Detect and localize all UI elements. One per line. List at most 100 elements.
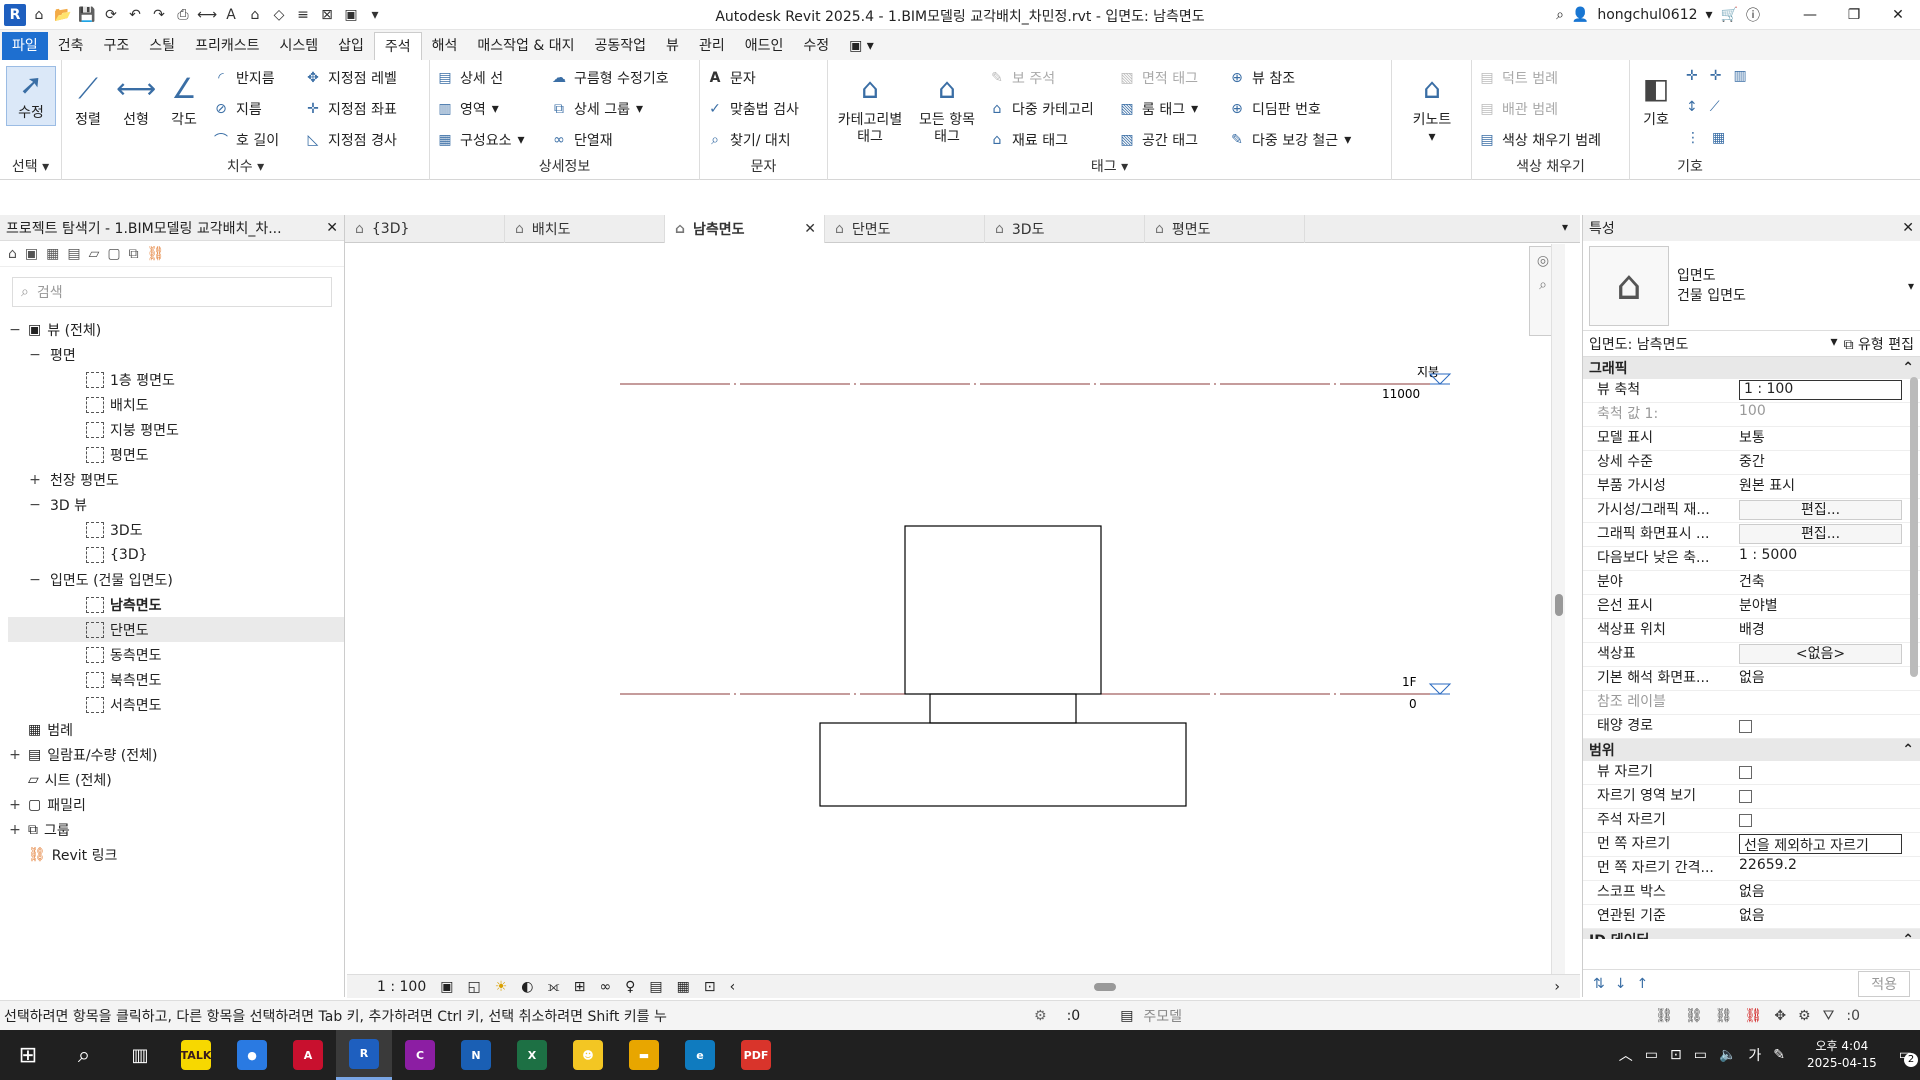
browser-tree-item[interactable]: 평면도 [8, 442, 344, 467]
ribbon-tab[interactable]: 공동작업 [585, 32, 657, 60]
linear-dimension-button[interactable]: ⟷ 선형 [114, 68, 158, 129]
tag-by-category-button[interactable]: ⌂ 카테고리별 태그 [832, 68, 908, 146]
beam-annotation-button[interactable]: ✎ 보 주석 [988, 68, 1055, 88]
property-value[interactable] [1733, 761, 1920, 784]
property-value[interactable] [1733, 785, 1920, 808]
ime-indicator[interactable]: 가 [1748, 1045, 1761, 1065]
section-icon[interactable]: ◇ [268, 4, 290, 26]
color-fill-legend-button[interactable]: ▤ 색상 채우기 범례 [1478, 130, 1601, 150]
view-reference-button[interactable]: ⊕ 뷰 참조 [1228, 68, 1295, 88]
keynote-button[interactable]: ⌂ 키노트 ▾ [1404, 68, 1460, 146]
angular-dimension-button[interactable]: ∠ 각도 [162, 68, 206, 129]
property-value[interactable]: 분야별 [1733, 595, 1920, 618]
search-button[interactable]: ⌕ [56, 1030, 112, 1080]
expand-toggle-icon[interactable]: + [8, 797, 22, 813]
browser-tree-item[interactable]: 서측면도 [8, 692, 344, 717]
open-icon[interactable]: 📂 [52, 4, 74, 26]
ribbon-tab[interactable]: 파일 [2, 32, 48, 60]
expand-toggle-icon[interactable]: − [28, 572, 42, 588]
notification-icon[interactable]: ▭2 [1899, 1047, 1918, 1067]
contextual-dropdown-icon[interactable]: ▣ ▾ [839, 32, 884, 60]
background-process-icon[interactable]: ⚙ [1798, 1008, 1811, 1024]
redo-icon[interactable]: ↷ [148, 4, 170, 26]
home-icon[interactable]: ⌂ [28, 4, 50, 26]
browser-tree-item[interactable]: 3D도 [8, 517, 344, 542]
3d-view-icon[interactable]: ⌂ [244, 4, 266, 26]
design-option[interactable]: 주모델 [1143, 1006, 1182, 1026]
temporary-properties-icon[interactable]: ▤ [649, 979, 662, 995]
browser-tree-item[interactable]: ⛓ Revit 링크 [8, 842, 344, 867]
region-button[interactable]: ▥ 영역 ▾ [436, 99, 498, 119]
restore-button[interactable]: ❐ [1832, 0, 1876, 30]
steering-wheel-icon[interactable]: ◎ [1537, 253, 1549, 269]
kakaotalk-taskbar-button[interactable]: TALK [168, 1030, 224, 1080]
property-value[interactable]: 없음 [1733, 667, 1920, 690]
horizontal-scroll-thumb[interactable] [1094, 982, 1117, 991]
diameter-button[interactable]: ⊘ 지름 [212, 99, 262, 119]
ribbon-tab[interactable]: 뷰 [656, 32, 689, 60]
property-value[interactable]: 편집... [1733, 523, 1920, 546]
checkbox[interactable] [1739, 790, 1752, 803]
username[interactable]: hongchul0612 [1597, 7, 1697, 23]
browser-tree-item[interactable]: − ▣ 뷰 (전체) [8, 317, 344, 342]
network-icon[interactable]: ⊡ [1670, 1047, 1682, 1063]
property-value[interactable]: 없음 [1733, 881, 1920, 904]
civil3d-taskbar-button[interactable]: C [392, 1030, 448, 1080]
browser-legend-icon[interactable]: ▦ [46, 246, 59, 262]
property-section-header[interactable]: 그래픽 ⌃ [1583, 357, 1920, 379]
symbol-tools-row1[interactable]: ✛ ✛ ▥ [1686, 68, 1747, 84]
ribbon-tab[interactable]: 구조 [94, 32, 140, 60]
checkbox[interactable] [1739, 814, 1752, 827]
browser-tree-item[interactable]: 동측면도 [8, 642, 344, 667]
expand-toggle-icon[interactable]: + [8, 822, 22, 838]
switch-windows-icon[interactable]: ▣ [340, 4, 362, 26]
workset-icon[interactable]: ⚙ [1034, 1008, 1047, 1024]
vertical-scroll-thumb[interactable] [1555, 594, 1563, 616]
multi-rebar-button[interactable]: ✎ 다중 보강 철근 ▾ [1228, 130, 1351, 150]
filter-icon[interactable]: ⛛ [1823, 1008, 1835, 1024]
property-value[interactable]: 1 : 100 [1733, 379, 1920, 402]
revit-logo-icon[interactable]: R [4, 4, 26, 26]
battery-icon[interactable]: ▭ [1645, 1047, 1658, 1063]
qat-dropdown-icon[interactable]: ▾ [364, 4, 386, 26]
tread-number-button[interactable]: ⊕ 디딤판 번호 [1228, 99, 1321, 119]
checkbox[interactable] [1739, 720, 1752, 733]
view-tab[interactable]: ⌂ {3D} [345, 215, 505, 243]
tag-all-button[interactable]: ⌂ 모든 항목 태그 [912, 68, 982, 146]
expand-toggle-icon[interactable]: + [28, 472, 42, 488]
property-value[interactable]: 1 : 5000 [1733, 547, 1920, 570]
view-tab[interactable]: ⌂ 남측면도 ✕ [665, 215, 825, 243]
spot-slope-button[interactable]: ◺ 지정점 경사 [304, 130, 397, 150]
measure-icon[interactable]: ⟷ [196, 4, 218, 26]
analytical-model-icon[interactable]: ▦ [677, 979, 690, 995]
view-tab[interactable]: ⌂ 평면도 [1145, 215, 1305, 243]
browser-tree-item[interactable]: ▦ 범례 [8, 717, 344, 742]
chevron-down-icon[interactable]: ▾ [1831, 334, 1838, 354]
chevron-down-icon[interactable]: ▾ [1706, 7, 1713, 23]
area-tag-button[interactable]: ▧ 면적 태그 [1118, 68, 1198, 88]
edit-type-button[interactable]: ⧉ 유형 편집 [1844, 334, 1914, 354]
browser-search-field[interactable]: ⌕ 검색 [12, 277, 332, 307]
browser-tree-item[interactable]: 배치도 [8, 392, 344, 417]
browser-tree-item[interactable]: − 입면도 (건물 입면도) [8, 567, 344, 592]
undo-icon[interactable]: ↶ [124, 4, 146, 26]
excel-taskbar-button[interactable]: X [504, 1030, 560, 1080]
dimension-panel-title[interactable]: 치수 ▾ [62, 156, 429, 176]
browser-tree-item[interactable]: −3D 뷰 [8, 492, 344, 517]
property-value[interactable]: 배경 [1733, 619, 1920, 642]
expand-toggle-icon[interactable]: + [8, 747, 22, 763]
thin-lines-icon[interactable]: ≡ [292, 4, 314, 26]
browser-home-icon[interactable]: ⌂ [8, 246, 17, 262]
property-value[interactable]: 중간 [1733, 451, 1920, 474]
sort-desc-icon[interactable]: ↑ [1636, 976, 1648, 992]
revit-taskbar-button[interactable]: R [336, 1030, 392, 1080]
scroll-left-icon[interactable]: ‹ [730, 979, 736, 995]
tag-panel-title[interactable]: 태그 ▾ [828, 156, 1391, 176]
detail-line-button[interactable]: ▤ 상세 선 [436, 68, 503, 88]
vertical-scrollbar[interactable] [1551, 244, 1565, 974]
browser-tree-item[interactable]: 단면도 [8, 617, 344, 642]
text-icon[interactable]: A [220, 4, 242, 26]
close-hidden-icon[interactable]: ⊠ [316, 4, 338, 26]
ribbon-tab[interactable]: 수정 [793, 32, 839, 60]
horizontal-scrollbar[interactable] [749, 980, 1540, 994]
